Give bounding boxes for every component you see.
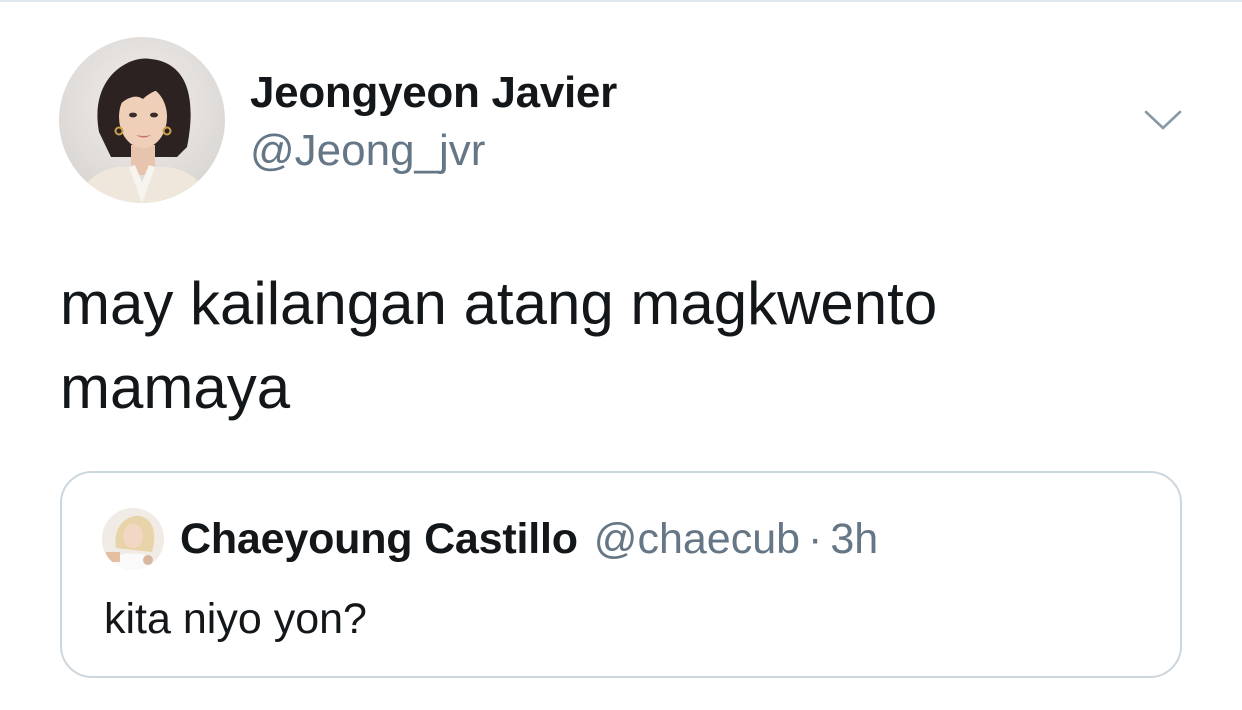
separator-dot: · — [808, 515, 823, 563]
quoted-tweet-header: Chaeyoung Castillo @chaecub · 3h — [180, 515, 878, 565]
quoted-author-handle[interactable]: @chaecub — [594, 515, 800, 564]
quoted-author-name[interactable]: Chaeyoung Castillo — [180, 515, 578, 564]
avatar-photo-icon — [102, 508, 164, 570]
author-avatar[interactable] — [59, 37, 225, 203]
quoted-tweet-text: kita niyo yon? — [104, 595, 367, 643]
tweet-card: Jeongyeon Javier @Jeong_jvr may kailanga… — [0, 0, 1242, 710]
tweet-text: may kailangan atang magkwento mamaya — [60, 262, 1180, 430]
top-divider — [0, 0, 1242, 2]
tweet-text-line: mamaya — [60, 354, 291, 421]
quoted-author-avatar[interactable] — [102, 508, 164, 570]
author-handle[interactable]: @Jeong_jvr — [250, 126, 485, 176]
chevron-down-icon — [1144, 110, 1182, 130]
quoted-tweet[interactable]: Chaeyoung Castillo @chaecub · 3h kita ni… — [60, 471, 1182, 678]
tweet-menu-button[interactable] — [1140, 100, 1186, 140]
author-name[interactable]: Jeongyeon Javier — [250, 68, 617, 118]
avatar-photo-icon — [77, 58, 209, 203]
quoted-tweet-time[interactable]: 3h — [830, 515, 878, 564]
tweet-text-line: may kailangan atang magkwento — [60, 270, 938, 337]
